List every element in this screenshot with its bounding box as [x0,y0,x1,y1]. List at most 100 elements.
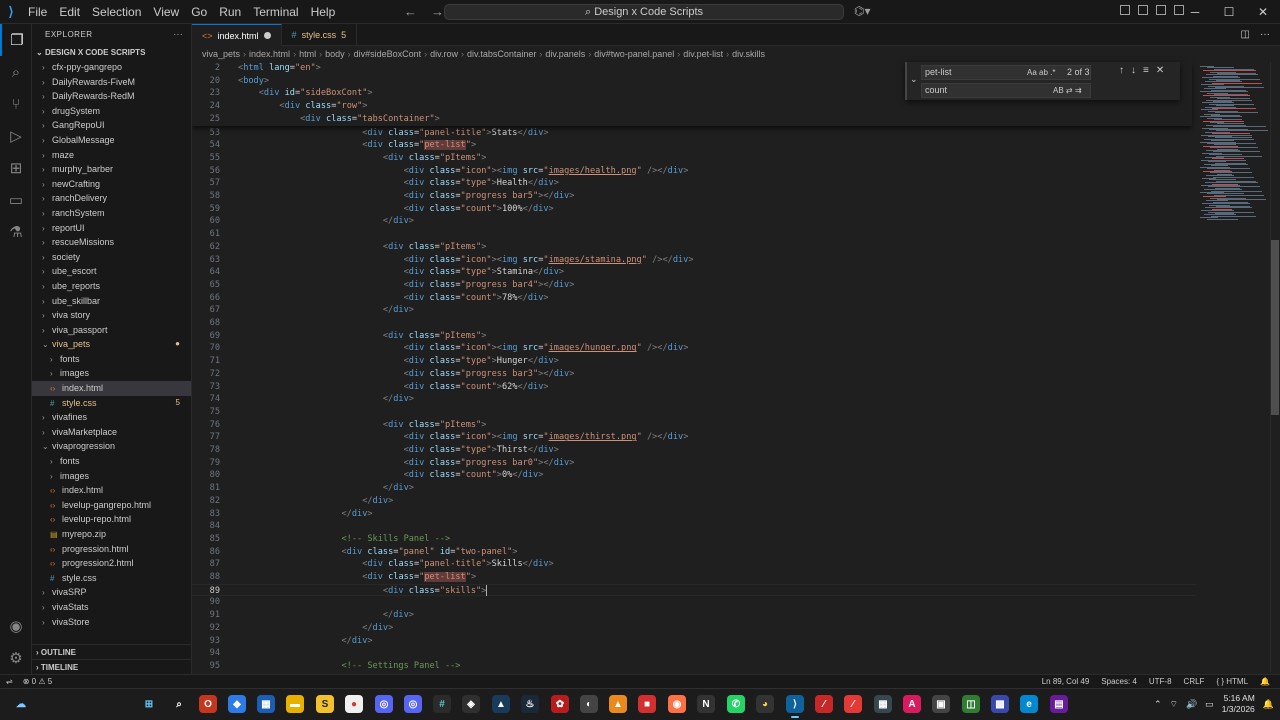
code-line[interactable]: 94 [192,647,1200,660]
problems-indicator[interactable]: ⊗ 0 ⚠ 5 [23,675,52,688]
line-endings[interactable]: CRLF [1184,675,1205,688]
sticky-line[interactable]: 24 <div class="row"> [192,100,1200,113]
menu-help[interactable]: Help [305,0,342,24]
vscode-taskbar-icon[interactable]: ⟩ [786,695,804,718]
code-line[interactable]: 82 </div> [192,495,1200,508]
encoding[interactable]: UTF-8 [1149,675,1172,688]
breadcrumb-item[interactable]: div.pet-list [683,49,723,59]
code-line[interactable]: 73 <div class="count">62%</div> [192,381,1200,394]
tree-folder[interactable]: › ube_escort [32,264,191,279]
command-center-search[interactable]: ⌕ Design x Code Scripts [444,4,844,20]
breadcrumb-item[interactable]: body [325,49,345,59]
windows-start-icon[interactable]: ⊞ [140,695,158,713]
search-icon[interactable]: ⌕ [0,56,32,88]
tree-file[interactable]: ▤ myrepo.zip [32,527,191,542]
calculator-icon[interactable]: ▦ [874,695,892,713]
tree-folder[interactable]: › murphy_barber [32,162,191,177]
tree-file[interactable]: # style.css 5 [32,396,191,411]
code-line[interactable]: 77 <div class="icon"><img src="images/th… [192,431,1200,444]
code-line[interactable]: 95 <!-- Settings Panel --> [192,660,1200,672]
code-line[interactable]: 83 </div> [192,508,1200,521]
tree-file[interactable]: ‹› index.html [32,381,191,396]
code-line[interactable]: 61 [192,228,1200,241]
minimap[interactable] [1196,62,1270,672]
source-control-icon[interactable]: ⑂ [0,88,32,120]
code-line[interactable]: 79 <div class="progress bar0"></div> [192,457,1200,470]
code-line[interactable]: 57 <div class="type">Health</div> [192,177,1200,190]
breadcrumb-item[interactable]: index.html [249,49,290,59]
tab-index-html[interactable]: <> index.html [192,24,282,46]
regex-icon[interactable]: .* [1050,68,1055,77]
code-line[interactable]: 64 <div class="type">Stamina</div> [192,266,1200,279]
weather-widget-icon[interactable]: ☁ [12,695,30,713]
tree-folder[interactable]: › society [32,250,191,265]
code-line[interactable]: 92 </div> [192,622,1200,635]
copilot-app-icon[interactable]: ◆ [228,695,246,713]
code-line[interactable]: 63 <div class="icon"><img src="images/st… [192,254,1200,267]
toggle-primary-sidebar-icon[interactable] [1120,5,1130,15]
breadcrumb-item[interactable]: viva_pets [202,49,240,59]
code-line[interactable]: 60 </div> [192,215,1200,228]
code-line[interactable]: 81 </div> [192,482,1200,495]
volume-icon[interactable]: 🔊 [1186,699,1197,710]
tree-folder[interactable]: › viva_passport [32,323,191,338]
steam-icon[interactable]: ♨ [521,695,539,713]
tree-folder[interactable]: › reportUI [32,221,191,236]
clock[interactable]: 5:16 AM 1/3/2026 [1222,693,1255,715]
tree-folder[interactable]: › vivaStore [32,615,191,630]
toggle-replace-chevron-icon[interactable]: ⌄ [910,74,918,85]
app-icon[interactable]: ▲ [492,695,510,713]
language-mode[interactable]: { } HTML [1216,675,1248,688]
tree-folder[interactable]: › ube_reports [32,279,191,294]
tree-folder[interactable]: › maze [32,148,191,163]
copilot-icon[interactable]: ⌬▾ [854,4,871,18]
tree-folder[interactable]: › fonts [32,454,191,469]
close-find-icon[interactable]: ✕ [1156,65,1164,76]
preserve-case-icon[interactable]: AB [1053,86,1064,95]
tree-folder[interactable]: › vivaStats [32,600,191,615]
tree-folder[interactable]: › viva story [32,308,191,323]
replace-all-icon[interactable]: ⇉ [1075,86,1082,95]
sublime-icon[interactable]: S [316,695,334,713]
whatsapp-icon[interactable]: ✆ [727,695,745,713]
match-whole-word-icon[interactable]: ab [1039,68,1048,77]
tree-folder[interactable]: › cfx-ppy-gangrepo [32,60,191,75]
opera-browser-icon[interactable]: O [199,695,217,713]
code-line[interactable]: 90 [192,596,1200,609]
forward-arrow-icon[interactable]: → [431,4,444,19]
menu-edit[interactable]: Edit [53,0,86,24]
extensions-icon[interactable]: ⊞ [0,152,32,184]
app-icon[interactable]: ⁄ [844,695,862,713]
taskbar-search-icon[interactable]: ⌕ [170,695,188,713]
code-line[interactable]: 59 <div class="count">100%</div> [192,203,1200,216]
code-line[interactable]: 74 </div> [192,393,1200,406]
more-actions-icon[interactable]: ··· [174,24,184,46]
breadcrumb-item[interactable]: div#sideBoxCont [354,49,422,59]
code-line[interactable]: 70 <div class="icon"><img src="images/hu… [192,342,1200,355]
app-icon[interactable]: ⁄ [815,695,833,713]
code-line[interactable]: 71 <div class="type">Hunger</div> [192,355,1200,368]
tree-file[interactable]: # style.css [32,571,191,586]
tree-file[interactable]: ‹› levelup-repo.html [32,512,191,527]
tree-folder[interactable]: › GlobalMessage [32,133,191,148]
close-icon[interactable]: ✕ [1246,0,1280,24]
back-arrow-icon[interactable]: ← [404,4,417,19]
code-line[interactable]: 85 <!-- Skills Panel --> [192,533,1200,546]
app-icon[interactable]: ◫ [962,695,980,713]
menu-file[interactable]: File [22,0,53,24]
run-debug-icon[interactable]: ▷ [0,120,32,152]
app-icon[interactable]: ■ [638,695,656,713]
code-editor[interactable]: 2 <html lang="en"> 20 <body> 23 <div id="sid… [192,62,1200,672]
code-line[interactable]: 78 <div class="type">Thirst</div> [192,444,1200,457]
notifications-bell-icon[interactable]: 🔔 [1260,675,1270,688]
breadcrumb-item[interactable]: div.row [430,49,458,59]
menu-run[interactable]: Run [213,0,247,24]
code-line[interactable]: 55 <div class="pItems"> [192,152,1200,165]
app-icon[interactable]: ▣ [932,695,950,713]
scrollbar-thumb[interactable] [1271,240,1279,415]
show-hidden-icons-icon[interactable]: ⌃ [1154,699,1162,710]
cursor-position[interactable]: Ln 89, Col 49 [1042,675,1090,688]
toggle-secondary-sidebar-icon[interactable] [1156,5,1166,15]
file-explorer-icon[interactable]: ▬ [286,695,304,713]
code-line[interactable]: 69 <div class="pItems"> [192,330,1200,343]
